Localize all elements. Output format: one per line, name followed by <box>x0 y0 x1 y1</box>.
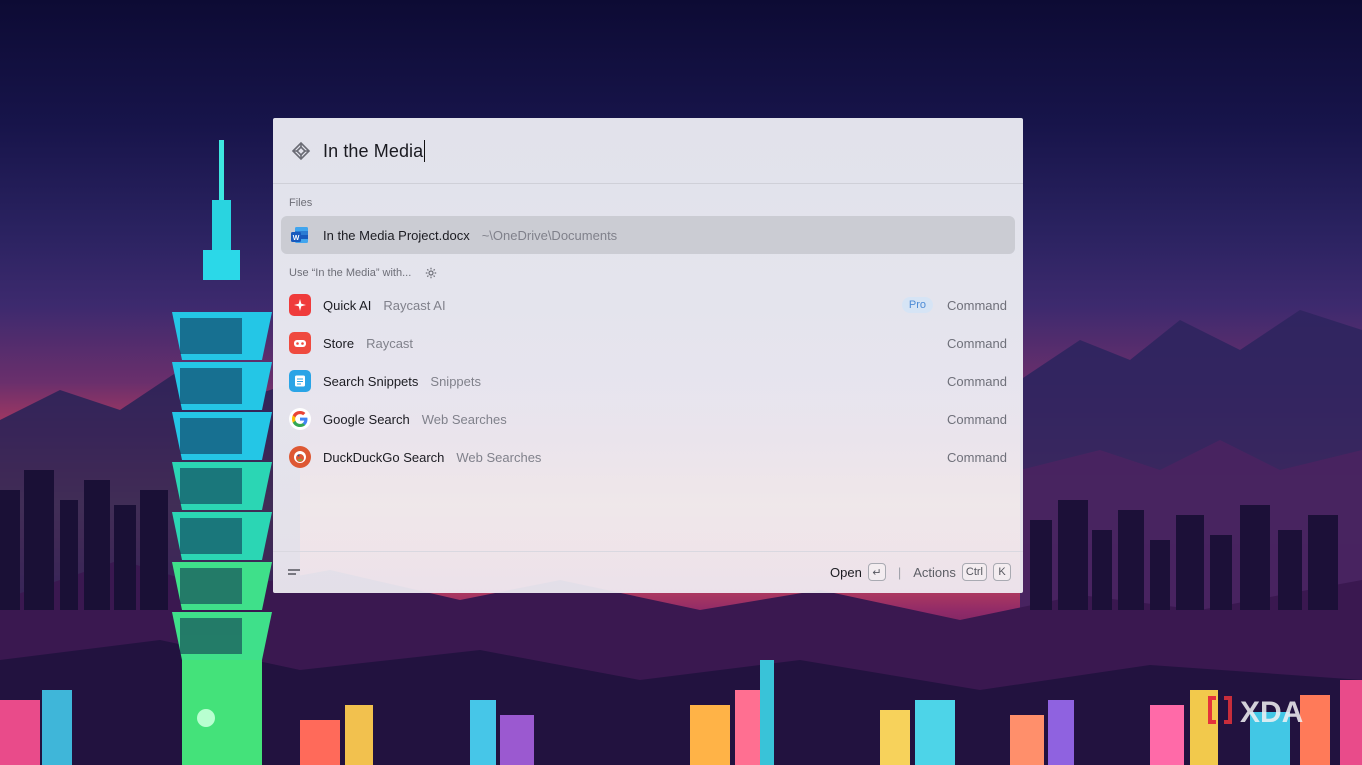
command-title: DuckDuckGo Search <box>323 449 445 465</box>
command-subtitle: Web Searches <box>421 411 507 427</box>
enter-key-hint: ↵ <box>867 563 886 581</box>
command-kind: Command <box>947 297 1007 313</box>
k-key-hint: K <box>993 563 1011 581</box>
command-item-google-search[interactable]: Google Search Web Searches Command <box>281 400 1015 438</box>
command-title: Quick AI <box>323 297 372 313</box>
command-item-store[interactable]: Store Raycast Command <box>281 324 1015 362</box>
command-text: Google Search Web Searches <box>323 412 507 427</box>
search-input[interactable]: In the Media <box>323 136 426 166</box>
text-caret <box>424 140 426 162</box>
file-result-item[interactable]: W In the Media Project.docx ~\OneDrive\D… <box>281 216 1015 254</box>
use-with-label: Use “In the Media” with... <box>289 267 412 279</box>
section-label-use-with: Use “In the Media” with... <box>289 267 437 279</box>
command-title: Store <box>323 335 355 351</box>
footer-actions: Open ↵ | Actions Ctrl K <box>830 563 1011 581</box>
command-text: Quick AI Raycast AI <box>323 298 446 313</box>
search-query: In the Media <box>323 140 424 161</box>
command-text: Store Raycast <box>323 336 413 351</box>
command-title: Search Snippets <box>323 373 419 389</box>
google-icon <box>289 408 311 430</box>
command-text: Search Snippets Snippets <box>323 374 481 389</box>
command-item-quick-ai[interactable]: Quick AI Raycast AI Pro Command <box>281 286 1015 324</box>
command-subtitle: Snippets <box>430 373 481 389</box>
ctrl-key-hint: Ctrl <box>961 563 987 581</box>
command-subtitle: Web Searches <box>456 449 542 465</box>
gear-icon[interactable] <box>425 267 437 279</box>
quick-ai-icon <box>289 294 311 316</box>
open-action-label[interactable]: Open <box>830 565 862 580</box>
command-kind: Command <box>947 449 1007 465</box>
raycast-launcher-window: In the Media Files W In the Media Projec… <box>273 118 1023 593</box>
pro-badge: Pro <box>901 297 933 313</box>
section-label-files: Files <box>289 197 313 209</box>
store-icon <box>289 332 311 354</box>
xda-wordmark: XDA <box>1240 696 1303 729</box>
action-bar: Open ↵ | Actions Ctrl K <box>273 551 1023 593</box>
command-title: Google Search <box>323 411 410 427</box>
command-subtitle: Raycast <box>366 335 414 351</box>
actions-label[interactable]: Actions <box>913 565 956 580</box>
command-item-duckduckgo-search[interactable]: DuckDuckGo Search Web Searches Command <box>281 438 1015 476</box>
snippets-icon <box>289 370 311 392</box>
file-path: ~\OneDrive\Documents <box>481 227 618 243</box>
footer-divider: | <box>897 564 902 580</box>
duckduckgo-icon <box>289 446 311 468</box>
command-kind: Command <box>947 373 1007 389</box>
raycast-logo-icon[interactable] <box>289 139 313 163</box>
menu-icon[interactable] <box>287 567 301 579</box>
svg-text:W: W <box>293 235 300 242</box>
command-kind: Command <box>947 335 1007 351</box>
command-item-search-snippets[interactable]: Search Snippets Snippets Command <box>281 362 1015 400</box>
command-text: DuckDuckGo Search Web Searches <box>323 450 541 465</box>
xda-watermark-logo: XDA <box>1208 696 1303 729</box>
file-title: In the Media Project.docx <box>323 227 470 243</box>
command-subtitle: Raycast AI <box>383 297 446 313</box>
search-bar: In the Media <box>273 118 1023 184</box>
word-icon: W <box>289 224 311 246</box>
command-kind: Command <box>947 411 1007 427</box>
file-result-text: In the Media Project.docx ~\OneDrive\Doc… <box>323 228 617 243</box>
